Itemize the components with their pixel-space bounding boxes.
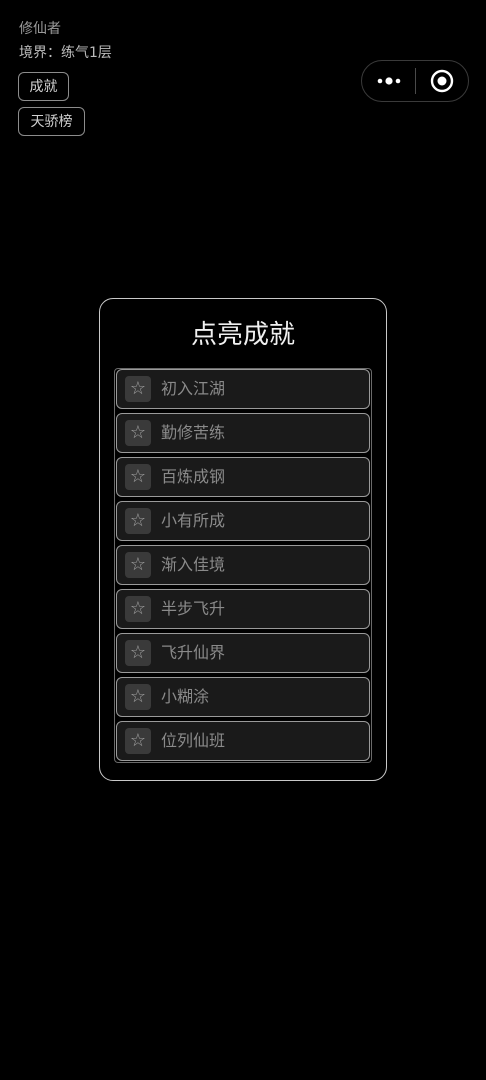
star-outline-icon: ☆: [125, 596, 151, 622]
achievement-label: 飞升仙界: [161, 643, 226, 662]
achievements-button[interactable]: 成就: [18, 72, 69, 101]
achievement-item[interactable]: ☆ 位列仙班: [116, 721, 370, 761]
more-dots-icon: [377, 77, 400, 85]
star-outline-icon: ☆: [125, 728, 151, 754]
more-button[interactable]: [362, 61, 415, 101]
star-outline-icon: ☆: [125, 420, 151, 446]
realm-label: 境界：: [19, 45, 61, 61]
star-outline-icon: ☆: [125, 464, 151, 490]
achievements-modal: 点亮成就 ☆ 初入江湖 ☆ 勤修苦练 ☆ 百炼成钢 ☆ 小有所成 ☆ 渐入佳境 …: [99, 298, 387, 781]
achievement-label: 初入江湖: [161, 379, 226, 398]
achievement-item[interactable]: ☆ 初入江湖: [116, 369, 370, 409]
achievement-list[interactable]: ☆ 初入江湖 ☆ 勤修苦练 ☆ 百炼成钢 ☆ 小有所成 ☆ 渐入佳境 ☆ 半步飞…: [114, 368, 372, 763]
achievement-label: 百炼成钢: [161, 467, 226, 486]
achievement-label: 勤修苦练: [161, 423, 226, 442]
realm-value: 练气1层: [61, 45, 112, 61]
target-circle-icon: [430, 69, 454, 93]
achievement-label: 小有所成: [161, 511, 226, 530]
star-outline-icon: ☆: [125, 376, 151, 402]
star-outline-icon: ☆: [125, 640, 151, 666]
rankings-button[interactable]: 天骄榜: [18, 107, 85, 136]
achievement-label: 小糊涂: [161, 687, 210, 706]
achievement-item[interactable]: ☆ 小糊涂: [116, 677, 370, 717]
achievement-label: 位列仙班: [161, 731, 226, 750]
realm-info: 境界： 练气1层: [19, 43, 112, 63]
achievement-item[interactable]: ☆ 勤修苦练: [116, 413, 370, 453]
achievement-label: 渐入佳境: [161, 555, 226, 574]
star-outline-icon: ☆: [125, 684, 151, 710]
player-name: 修仙者: [19, 21, 61, 37]
mini-program-capsule: [361, 60, 469, 102]
achievement-item[interactable]: ☆ 飞升仙界: [116, 633, 370, 673]
modal-title: 点亮成就: [190, 320, 295, 350]
achievement-item[interactable]: ☆ 百炼成钢: [116, 457, 370, 497]
star-outline-icon: ☆: [125, 552, 151, 578]
close-button[interactable]: [416, 61, 468, 101]
star-outline-icon: ☆: [125, 508, 151, 534]
achievement-item[interactable]: ☆ 半步飞升: [116, 589, 370, 629]
achievement-label: 半步飞升: [161, 599, 226, 618]
achievement-item[interactable]: ☆ 渐入佳境: [116, 545, 370, 585]
achievement-item[interactable]: ☆ 小有所成: [116, 501, 370, 541]
